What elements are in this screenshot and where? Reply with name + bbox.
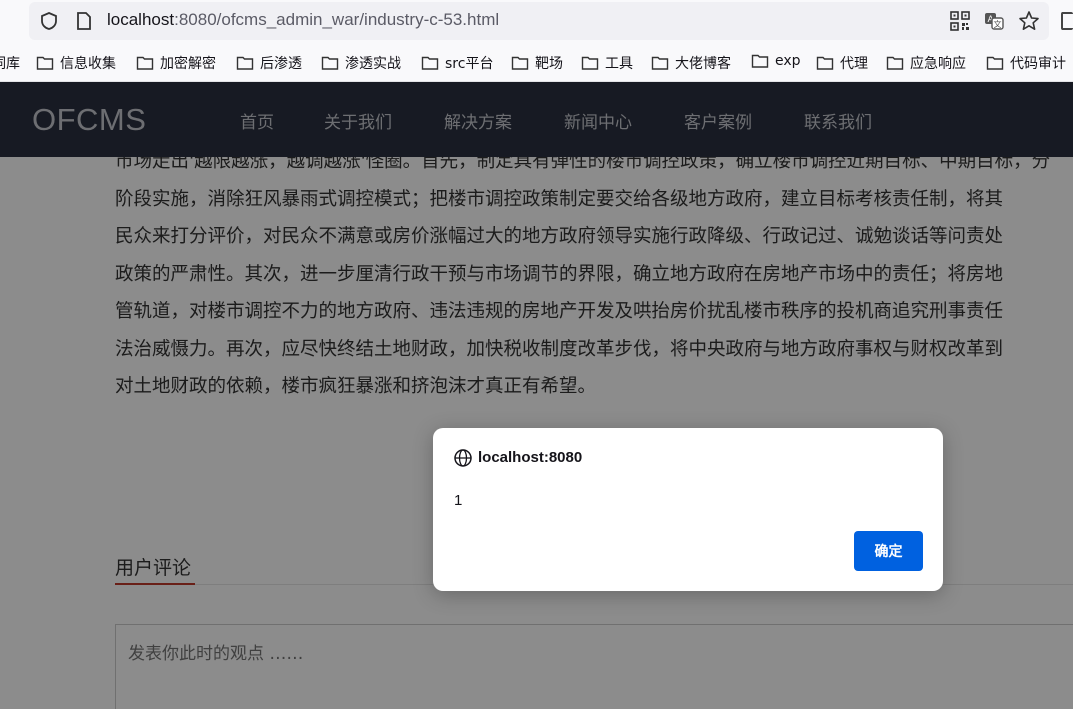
- bookmark-label: 工具: [605, 56, 633, 72]
- folder-icon: [751, 54, 769, 68]
- folder-icon: [136, 56, 154, 70]
- bookmark-item[interactable]: exp: [751, 53, 801, 69]
- bookmark-item[interactable]: 工具: [581, 53, 633, 73]
- sidebar-toggle-icon[interactable]: [1061, 12, 1073, 30]
- bookmark-label: 大佬博客: [675, 56, 731, 72]
- ok-button[interactable]: 确定: [854, 531, 923, 571]
- folder-icon: [986, 56, 1004, 70]
- bookmark-label: 代理: [840, 56, 868, 72]
- folder-icon: [321, 56, 339, 70]
- bookmark-star-icon[interactable]: [1018, 10, 1040, 32]
- bookmark-label: 后渗透: [260, 56, 302, 72]
- bookmark-label: 靶场: [535, 56, 563, 72]
- translate-icon[interactable]: A 文: [983, 10, 1005, 32]
- bookmark-item[interactable]: 代码审计: [986, 53, 1066, 73]
- bookmark-item[interactable]: 信息收集: [36, 53, 116, 73]
- bookmark-item[interactable]: 代理: [816, 53, 868, 73]
- folder-icon: [816, 56, 834, 70]
- bookmark-item[interactable]: 渗透实战: [321, 53, 401, 73]
- shield-icon[interactable]: [39, 11, 59, 31]
- folder-icon: [511, 56, 529, 70]
- bookmark-label: 代码审计: [1010, 56, 1066, 72]
- folder-icon: [651, 56, 669, 70]
- browser-toolbar: localhost:8080/ofcms_admin_war/industry-…: [0, 0, 1073, 82]
- bookmark-item[interactable]: src平台: [421, 53, 493, 73]
- bookmark-item[interactable]: 大佬博客: [651, 53, 731, 73]
- bookmark-item[interactable]: 靶场: [511, 53, 563, 73]
- bookmark-item[interactable]: 后渗透: [236, 53, 302, 73]
- svg-text:文: 文: [994, 19, 1002, 29]
- bookmark-label: exp: [775, 53, 801, 69]
- dialog-origin: localhost:8080: [478, 449, 583, 466]
- bookmarks-bar: 词库 信息收集 加密解密 后渗透 渗透实战 src平台 靶场 工具 大佬博客: [0, 50, 1073, 76]
- bookmark-item[interactable]: 加密解密: [136, 53, 216, 73]
- folder-icon: [421, 56, 439, 70]
- folder-icon: [581, 56, 599, 70]
- modal-backdrop: [0, 82, 1073, 709]
- folder-icon: [886, 56, 904, 70]
- bookmark-label: 信息收集: [60, 56, 116, 72]
- bookmark-label: 词库: [0, 56, 20, 72]
- dialog-message: 1: [454, 492, 463, 509]
- globe-icon: [454, 449, 472, 467]
- url-path: :8080/ofcms_admin_war/industry-c-53.html: [174, 10, 500, 29]
- folder-icon: [36, 56, 54, 70]
- folder-icon: [236, 56, 254, 70]
- bookmark-label: 加密解密: [160, 56, 216, 72]
- url-host: localhost: [107, 10, 175, 29]
- bookmark-item[interactable]: 应急响应: [886, 53, 966, 73]
- bookmark-label: 应急响应: [910, 56, 966, 72]
- address-bar[interactable]: localhost:8080/ofcms_admin_war/industry-…: [29, 2, 1049, 40]
- bookmark-label: 渗透实战: [345, 56, 401, 72]
- qr-code-icon[interactable]: [949, 10, 971, 32]
- alert-dialog: localhost:8080 1 确定: [433, 428, 943, 591]
- bookmark-label: src平台: [445, 56, 494, 72]
- page-icon[interactable]: [75, 11, 93, 31]
- bookmark-item[interactable]: 词库: [0, 53, 20, 73]
- url-text[interactable]: localhost:8080/ofcms_admin_war/industry-…: [107, 10, 499, 30]
